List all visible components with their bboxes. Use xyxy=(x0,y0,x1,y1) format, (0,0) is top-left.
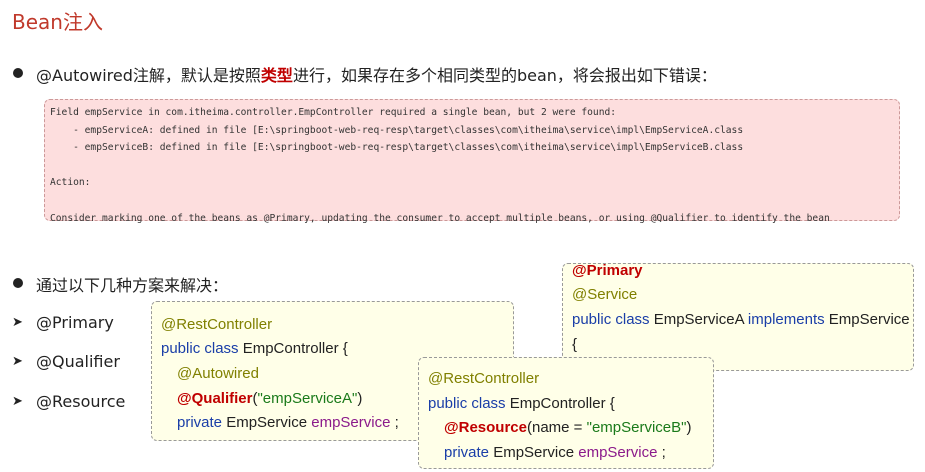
error-line: Field empService in com.itheima.controll… xyxy=(50,107,617,118)
field-name: empService xyxy=(578,444,658,461)
class-declaration: EmpController { xyxy=(505,395,615,412)
semicolon: ; xyxy=(657,444,666,461)
solution-qualifier: @Qualifier xyxy=(36,352,120,371)
resource-annotation: @Resource xyxy=(444,419,527,436)
code-box-resource: @RestController public class EmpControll… xyxy=(418,357,714,469)
class-declaration: EmpController { xyxy=(238,340,348,357)
keyword-implements: implements xyxy=(747,311,825,328)
autowired-annotation: @Autowired xyxy=(177,365,259,382)
highlight-type: 类型 xyxy=(260,66,293,85)
arrow-bullet-icon: ➤ xyxy=(12,354,23,369)
page-title: Bean注入 xyxy=(12,10,103,34)
resource-args-suffix: ) xyxy=(686,419,692,436)
autowired-description: @Autowired注解，默认是按照类型进行，如果存在多个相同类型的bean，将… xyxy=(36,62,717,86)
error-line xyxy=(50,192,899,210)
autowired-description-prefix: @Autowired注解，默认是按照 xyxy=(36,66,261,85)
service-annotation: @Service xyxy=(572,286,638,303)
qualifier-argument: "empServiceA" xyxy=(257,390,358,407)
error-message-box: Field empService in com.itheima.controll… xyxy=(44,99,900,224)
resource-args-prefix: (name = xyxy=(527,419,587,436)
semicolon: ; xyxy=(390,414,399,431)
field-name: empService xyxy=(311,414,391,431)
error-line: - empServiceB: defined in file [E:\sprin… xyxy=(50,142,744,154)
error-line: - empServiceA: defined in file [E:\sprin… xyxy=(50,124,744,136)
code-box-primary: @Primary @Service public class EmpServic… xyxy=(562,262,914,371)
keyword-public-class: public class xyxy=(428,395,506,412)
paren-close: ) xyxy=(357,390,363,407)
restcontroller-annotation: @RestController xyxy=(161,316,273,333)
primary-annotation: @Primary xyxy=(572,262,643,279)
bullet-dot xyxy=(13,278,23,288)
error-line: Action: xyxy=(50,177,91,189)
class-name: EmpServiceA xyxy=(649,311,748,328)
bullet-dot xyxy=(13,68,23,78)
error-line xyxy=(50,157,899,175)
resource-argument: "empServiceB" xyxy=(586,419,687,436)
solution-primary: @Primary xyxy=(36,313,114,332)
field-type: EmpService xyxy=(489,444,579,461)
keyword-public-class: public class xyxy=(572,311,650,328)
keyword-public-class: public class xyxy=(161,340,239,357)
solutions-heading: 通过以下几种方案来解决： xyxy=(36,276,229,295)
arrow-bullet-icon: ➤ xyxy=(12,394,23,409)
open-brace: { xyxy=(572,336,578,353)
arrow-bullet-icon: ➤ xyxy=(12,315,23,330)
qualifier-annotation: @Qualifier xyxy=(177,390,253,407)
keyword-private: private xyxy=(177,414,223,431)
solution-resource: @Resource xyxy=(36,392,126,411)
field-type: EmpService xyxy=(222,414,312,431)
error-line: Consider marking one of the beans as @Pr… xyxy=(50,212,830,224)
autowired-description-suffix: 进行，如果存在多个相同类型的bean，将会报出如下错误： xyxy=(292,66,717,85)
interface-name: EmpService xyxy=(824,311,910,328)
restcontroller-annotation: @RestController xyxy=(428,370,540,387)
keyword-private: private xyxy=(444,444,490,461)
